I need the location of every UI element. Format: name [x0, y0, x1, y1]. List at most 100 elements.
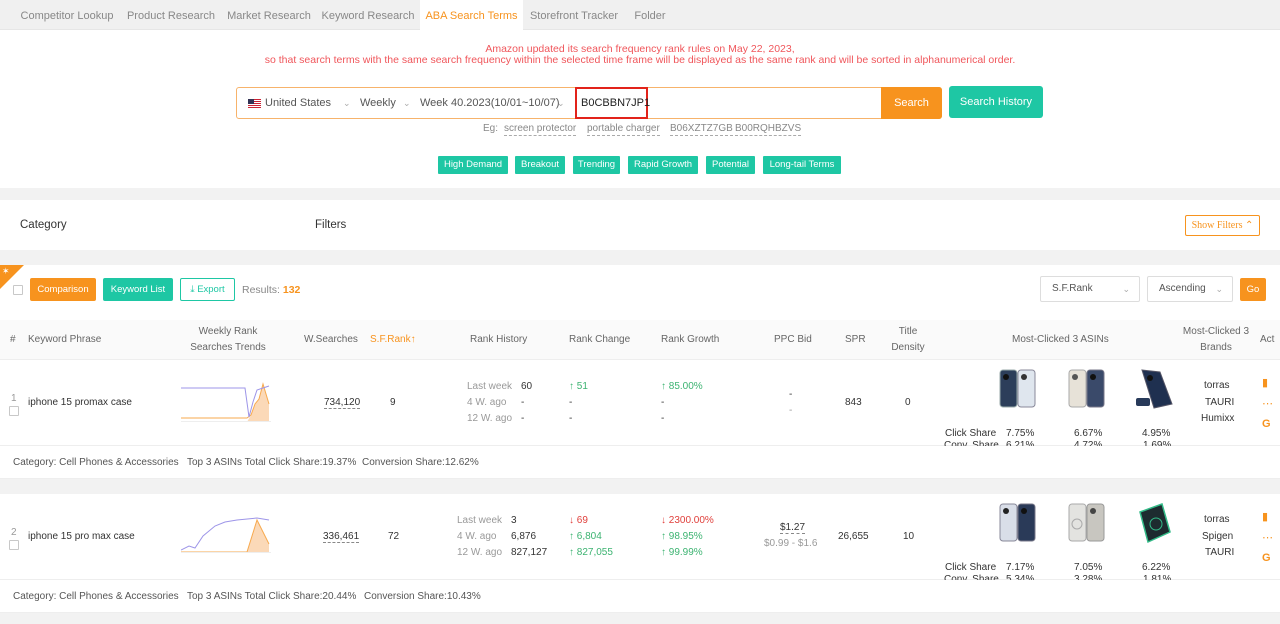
rank-change-4w: -: [569, 397, 573, 408]
search-history-button[interactable]: Search History: [949, 86, 1043, 118]
row-checkbox[interactable]: [9, 540, 19, 550]
tag-trending[interactable]: Trending: [573, 156, 620, 174]
history-label-last-week: Last week: [467, 381, 513, 392]
row-conversion-share: Conversion Share:10.43%: [364, 591, 481, 602]
keyword-link[interactable]: iphone 15 promax case: [28, 397, 132, 408]
period-select[interactable]: Weekly: [360, 88, 396, 118]
title-density: 10: [903, 531, 915, 542]
tab-storefront-tracker[interactable]: Storefront Tracker: [525, 0, 623, 30]
google-icon[interactable]: G: [1262, 418, 1271, 430]
rank-change-last-week: ↓ 69: [569, 515, 588, 526]
brand-name[interactable]: torras: [1204, 514, 1230, 525]
bar-chart-icon[interactable]: ▮: [1262, 510, 1268, 523]
col-ppc-bid[interactable]: PPC Bid: [774, 332, 812, 348]
keyword-search-input[interactable]: B0CBBN7JP1: [575, 87, 650, 119]
tag-long-tail-terms[interactable]: Long-tail Terms: [763, 156, 841, 174]
results-label: Results:: [242, 284, 280, 296]
brand-name[interactable]: torras: [1204, 380, 1230, 391]
search-bar: United States ⌄ Weekly ⌄ Week 40.2023(10…: [236, 87, 942, 119]
row-checkbox[interactable]: [9, 406, 19, 416]
filters-label: Filters: [315, 219, 347, 231]
tab-folder[interactable]: Folder: [624, 0, 676, 30]
ppc-bid[interactable]: $1.27: [780, 522, 806, 534]
click-share-label: Click Share: [945, 428, 997, 439]
go-button[interactable]: Go: [1240, 278, 1266, 301]
arrow-down-icon: ↓: [661, 515, 669, 526]
country-select[interactable]: United States: [265, 88, 331, 118]
col-trend-line1: Weekly Rank: [198, 326, 258, 337]
keyword-link[interactable]: iphone 15 pro max case: [28, 531, 135, 542]
weekly-trend-sparkline[interactable]: [181, 514, 271, 554]
weekly-searches[interactable]: 734,120: [324, 397, 361, 409]
asin-thumbnail[interactable]: [1134, 502, 1176, 544]
example-link[interactable]: B06XZTZ7GB: [670, 123, 733, 136]
rank-change-last-week: ↑ 51: [569, 381, 588, 392]
camera-lens: [1003, 374, 1009, 380]
rank-growth-12w: -: [661, 413, 665, 424]
example-link[interactable]: B00RQHBZVS: [735, 123, 802, 136]
history-label-12w: 12 W. ago: [457, 547, 503, 558]
asin-thumbnail[interactable]: [1066, 368, 1108, 410]
row-gap: [0, 613, 1280, 624]
col-spr[interactable]: SPR: [845, 332, 866, 348]
tag-breakout[interactable]: Breakout: [515, 156, 565, 174]
comparison-button[interactable]: Comparison: [30, 278, 96, 301]
tab-competitor-lookup[interactable]: Competitor Lookup: [12, 0, 122, 30]
camera-lens: [1090, 374, 1096, 380]
sort-order-value: Ascending: [1159, 283, 1206, 294]
select-all-checkbox[interactable]: [13, 285, 23, 295]
tag-high-demand[interactable]: High Demand: [438, 156, 508, 174]
chevron-up-icon: ⌃: [1244, 220, 1254, 231]
chevron-down-icon: ⌄: [403, 98, 411, 108]
history-4w: 6,876: [511, 531, 537, 542]
brand-name[interactable]: TAURI: [1205, 397, 1234, 408]
rank-growth-last-week-value: 85.00%: [668, 381, 703, 392]
example-link[interactable]: portable charger: [587, 123, 660, 136]
bar-chart-icon[interactable]: ▮: [1262, 376, 1268, 389]
tab-market-research[interactable]: Market Research: [222, 0, 316, 30]
search-button[interactable]: Search: [881, 87, 942, 119]
brand-name[interactable]: TAURI: [1205, 547, 1234, 558]
col-act: Act: [1260, 334, 1275, 345]
table-row: 1 iphone 15 promax case 734,120 9 Last w…: [0, 360, 1280, 451]
export-button[interactable]: ⤓ Export: [180, 278, 235, 301]
weekly-searches[interactable]: 336,461: [323, 531, 360, 543]
history-12w: -: [521, 413, 525, 424]
tab-product-research[interactable]: Product Research: [122, 0, 220, 30]
asin-thumbnail[interactable]: [997, 368, 1039, 410]
title-density: 0: [905, 397, 911, 408]
brand-name[interactable]: Spigen: [1202, 531, 1233, 542]
sort-arrow-icon: ↑: [410, 334, 416, 345]
col-rank-growth[interactable]: Rank Growth: [661, 332, 719, 348]
tag-potential[interactable]: Potential: [706, 156, 755, 174]
example-link[interactable]: screen protector: [504, 123, 577, 136]
category-label: Category: [20, 219, 67, 231]
row-index: 1: [11, 393, 17, 404]
col-rank-change[interactable]: Rank Change: [569, 332, 630, 348]
arrow-up-icon: ↑: [569, 531, 577, 542]
tag-rapid-growth[interactable]: Rapid Growth: [628, 156, 698, 174]
row-summary: Category: Cell Phones & Accessories Top …: [0, 580, 1280, 613]
google-icon[interactable]: G: [1262, 552, 1271, 564]
show-filters-button[interactable]: Show Filters ⌃: [1185, 215, 1260, 236]
col-brands-line1: Most-Clicked 3: [1182, 326, 1250, 337]
col-sfrank[interactable]: S.F.Rank↑: [370, 332, 416, 348]
tab-aba-search-terms[interactable]: ABA Search Terms: [420, 0, 523, 30]
col-asins: Most-Clicked 3 ASINs: [1012, 334, 1109, 345]
more-icon[interactable]: ⋯: [1262, 531, 1273, 544]
col-brands-line2: Brands: [1200, 342, 1232, 353]
brand-name[interactable]: Humixx: [1201, 413, 1234, 424]
us-flag-icon: [248, 99, 261, 108]
sort-order-select[interactable]: Ascending ⌄: [1147, 276, 1233, 302]
col-searches[interactable]: W.Searches: [304, 332, 358, 348]
asin-thumbnail[interactable]: [997, 502, 1039, 544]
keyword-list-button[interactable]: Keyword List: [103, 278, 173, 301]
week-select[interactable]: Week 40.2023(10/01~10/07): [420, 88, 560, 118]
results-count: Results: 132: [242, 284, 300, 296]
weekly-trend-sparkline[interactable]: [181, 382, 271, 422]
tab-keyword-research[interactable]: Keyword Research: [318, 0, 418, 30]
asin-thumbnail[interactable]: [1134, 368, 1176, 410]
sort-field-select[interactable]: S.F.Rank ⌄: [1040, 276, 1140, 302]
asin-thumbnail[interactable]: [1066, 502, 1108, 544]
more-icon[interactable]: ⋯: [1262, 397, 1273, 410]
